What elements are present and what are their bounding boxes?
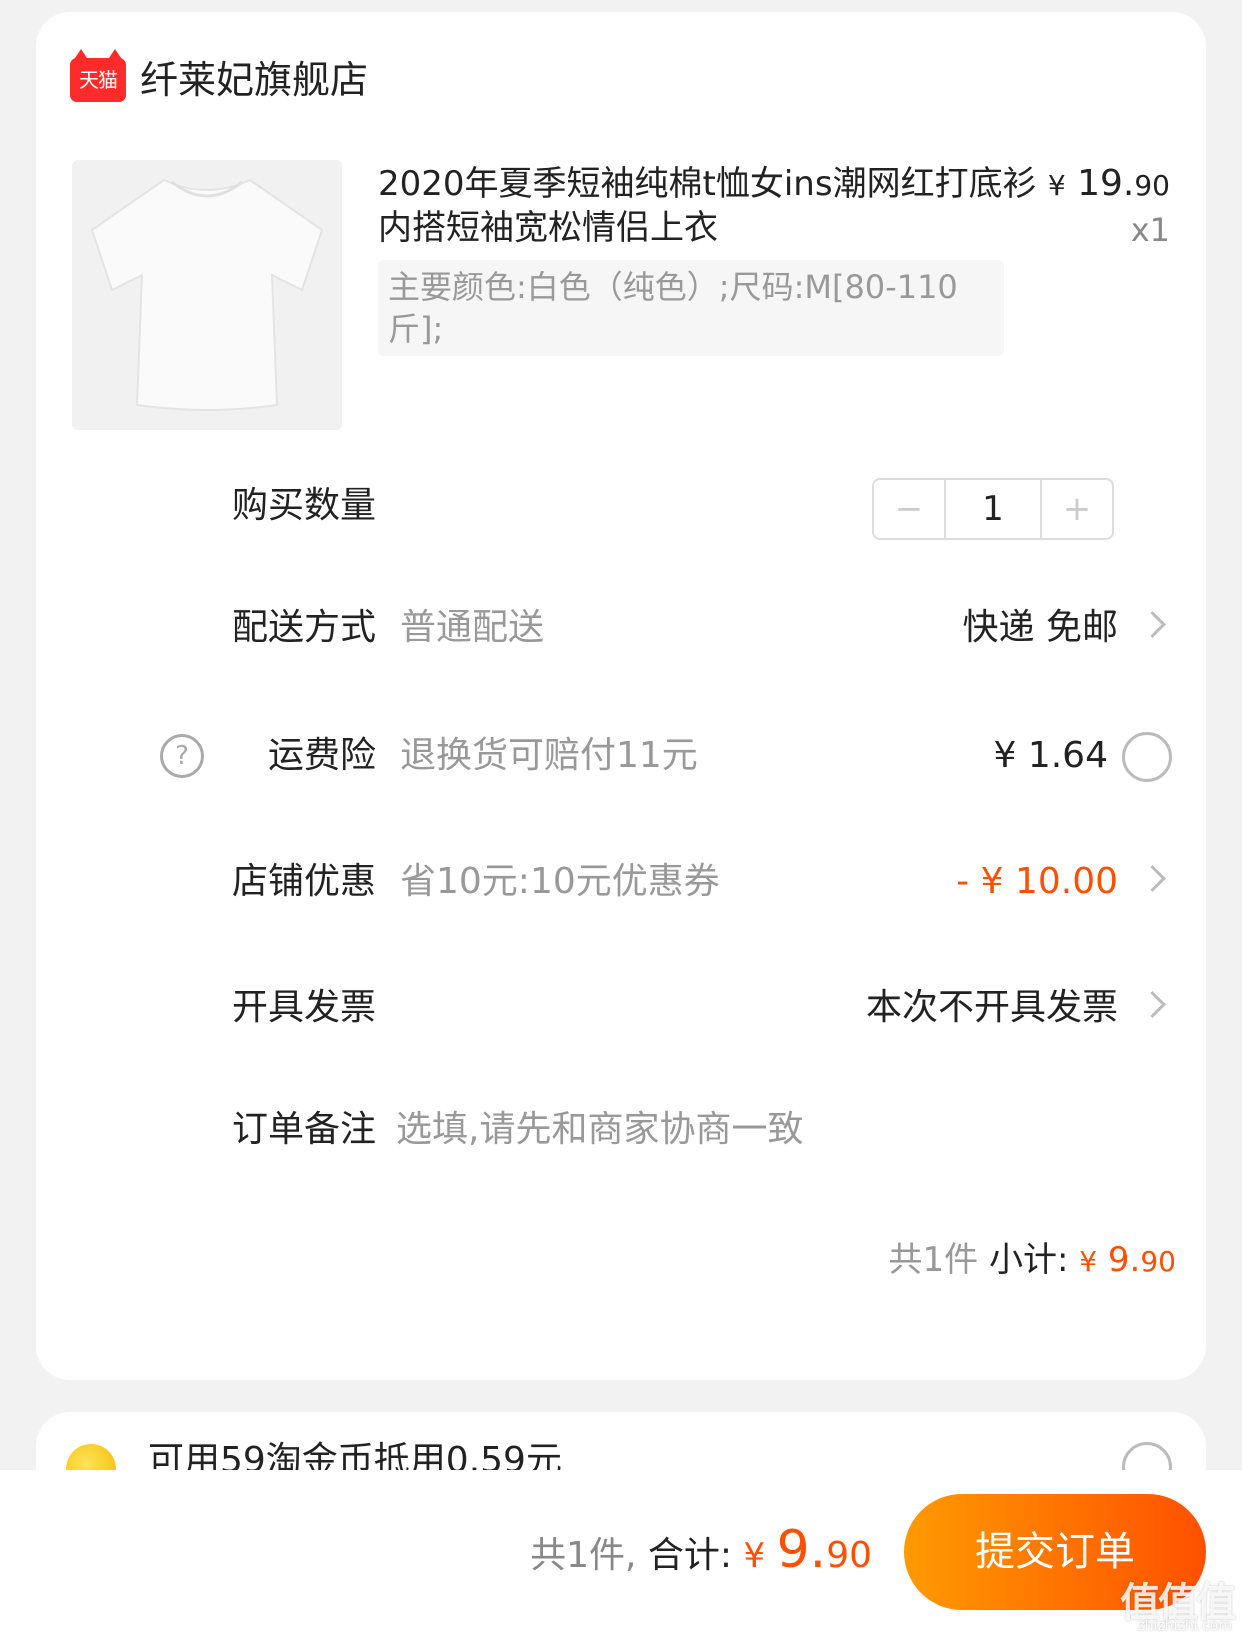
invoice-row[interactable]: 开具发票 本次不开具发票 [36,968,1206,1048]
chevron-right-icon [1139,865,1166,892]
note-label: 订单备注 [231,1109,376,1150]
product-sku: 主要颜色:白色（纯色）;尺码:M[80-110斤]; [378,260,1004,356]
chevron-right-icon [1139,991,1166,1018]
insurance-desc: 退换货可赔付11元 [400,735,698,776]
invoice-value: 本次不开具发票 [865,987,1118,1028]
delivery-row[interactable]: 配送方式 普通配送 快递 免邮 [36,588,1206,668]
delivery-value: 快递 免邮 [962,607,1118,648]
product-title[interactable]: 2020年夏季短袖纯棉t恤女ins潮网红打底衫内搭短袖宽松情侣上衣 [378,162,1038,250]
shop-order-card: 天猫 纤莱妃旗舰店 2020年夏季短袖纯棉t恤女ins潮网红打底衫内搭短袖宽松情… [36,12,1206,1380]
order-note-row: 订单备注 选填,请先和商家协商一致 [36,1090,1206,1170]
shop-name[interactable]: 纤莱妃旗舰店 [140,54,368,106]
tmall-logo-icon: 天猫 [70,49,126,102]
product-price: ¥ 19.90 [1048,162,1170,208]
price-integer: 19. [1077,163,1135,204]
quantity-input[interactable]: 1 [944,480,1042,538]
total-count: 共1件, [530,1535,637,1576]
quantity-stepper[interactable]: − 1 + [872,478,1114,540]
note-input[interactable]: 选填,请先和商家协商一致 [396,1090,803,1170]
decrease-button[interactable]: − [874,480,946,538]
price-currency: ¥ [1047,169,1066,202]
insurance-price: ¥ 1.64 [993,735,1108,776]
quantity-label: 购买数量 [231,485,376,526]
subtotal-label: 小计: [988,1240,1069,1280]
discount-label: 店铺优惠 [231,861,376,902]
total-label: 合计: [647,1535,733,1576]
chevron-right-icon [1139,611,1166,638]
order-total: 共1件, 合计: ¥ 9.90 [530,1520,872,1586]
discount-desc: 省10元:10元优惠券 [400,861,720,902]
shipping-insurance-row: ? 运费险 退换货可赔付11元 ¥ 1.64 [36,716,1206,796]
insurance-radio[interactable] [1122,732,1172,782]
store-discount-row[interactable]: 店铺优惠 省10元:10元优惠券 - ¥ 10.00 [36,842,1206,922]
checkout-bar: 共1件, 合计: ¥ 9.90 提交订单 值值值 zhizhizhi.com [0,1470,1242,1634]
product-quantity: x1 [1130,211,1170,249]
delivery-desc: 普通配送 [400,607,545,648]
subtotal-amount: ¥ 9.90 [1079,1240,1176,1280]
help-icon[interactable]: ? [160,734,204,778]
increase-button[interactable]: + [1040,480,1112,538]
watermark-url: zhizhizhi.com [1137,1618,1232,1634]
insurance-label: 运费险 [267,735,376,776]
price-decimal: 90 [1134,169,1170,202]
white-tshirt-icon [90,178,324,411]
total-amount: ¥ 9.90 [743,1520,872,1580]
discount-value: - ¥ 10.00 [956,861,1118,902]
subtotal-count: 共1件 [888,1240,979,1280]
product-image[interactable] [72,160,342,430]
invoice-label: 开具发票 [231,987,376,1028]
subtotal: 共1件 小计: ¥ 9.90 [889,1236,1176,1286]
delivery-label: 配送方式 [231,607,376,648]
